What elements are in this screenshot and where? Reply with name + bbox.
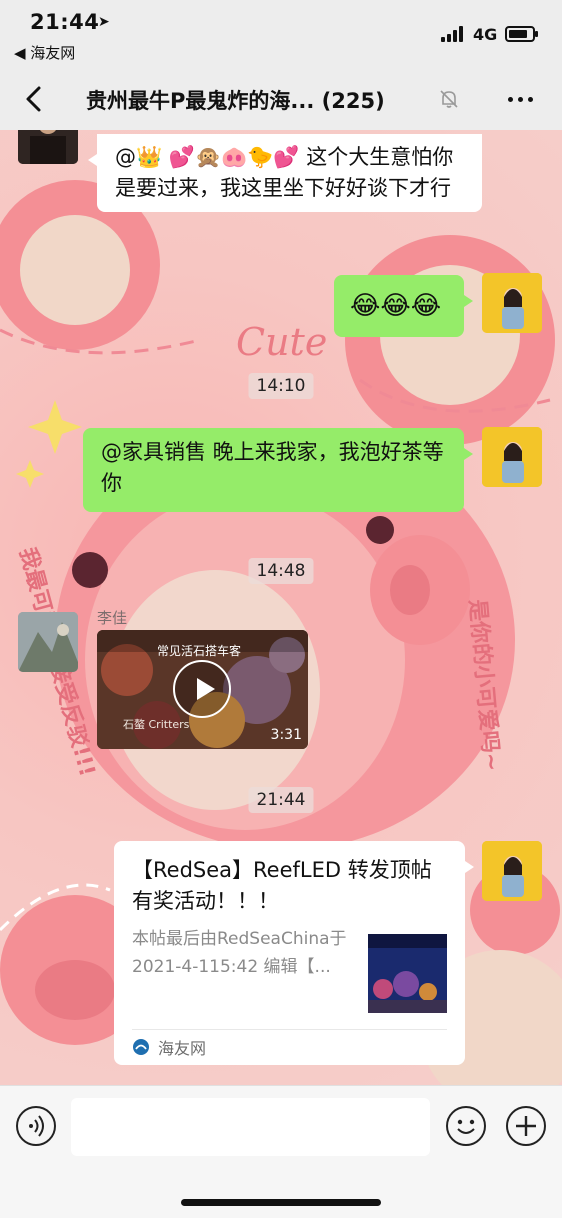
avatar[interactable] [482,841,542,901]
message-text: @家具销售 晚上来我家，我泡好茶等你 [101,440,444,495]
avatar[interactable] [482,273,542,333]
network-type: 4G [473,25,498,44]
location-arrow-icon: ➤ [98,14,110,30]
video-watermark: 石螯 Critters [123,718,190,731]
chat-title[interactable]: 贵州最牛P最鬼炸的海... (225) [86,85,385,115]
site-logo-icon [133,1039,149,1055]
message-text: 😂😂😂 [350,291,442,321]
message-timestamp: 21:44 [248,787,314,813]
avatar[interactable] [18,130,78,164]
voice-icon[interactable] [16,1106,56,1146]
avatar[interactable] [482,427,542,487]
message-text: @👑 💕🙊🐽🐤💕 这个大生意怕你是要过来，我这里坐下好好谈下才行 [115,145,454,200]
message-bubble[interactable]: @家具销售 晚上来我家，我泡好茶等你 [83,428,473,512]
status-time: 21:44 [30,10,100,34]
ellipsis-icon[interactable] [502,84,538,114]
message-bubble[interactable]: 😂😂😂 [334,275,473,337]
message-timestamp: 14:48 [248,558,314,584]
video-message[interactable]: 常见活石搭车客 石螯 Critters 3:31 [97,630,308,749]
avatar[interactable] [18,612,78,672]
message-bubble[interactable]: @👑 💕🙊🐽🐤💕 这个大生意怕你是要过来，我这里坐下好好谈下才行 [88,134,482,212]
emoji-icon[interactable] [446,1106,486,1146]
link-thumbnail [368,934,447,1013]
chat-header: 贵州最牛P最鬼炸的海... (225) [0,70,562,130]
battery-fill [509,30,527,38]
link-card-message[interactable]: 【RedSea】ReefLED 转发顶帖有奖活动！！！ 本帖最后由RedSeaC… [114,841,474,1065]
status-bar: 21:44 ➤ ◀ 海友网 4G [0,0,562,70]
signal-bars-icon [441,26,463,42]
message-list[interactable]: @👑 💕🙊🐽🐤💕 这个大生意怕你是要过来，我这里坐下好好谈下才行 😂😂😂 14:… [0,130,562,1085]
video-duration: 3:31 [270,727,302,743]
link-title: 【RedSea】ReefLED 转发顶帖有奖活动！！！ [132,858,432,913]
divider [132,1029,447,1030]
back-to-app-link[interactable]: ◀ 海友网 [14,42,75,63]
message-input[interactable] [71,1098,430,1156]
chevron-left-icon[interactable] [18,82,52,116]
sender-name: 李佳 [97,609,128,627]
play-icon[interactable] [173,660,231,718]
battery-icon [505,26,538,42]
link-source: 海友网 [158,1039,207,1058]
link-description: 本帖最后由RedSeaChina于 2021-4-115:42 编辑【... [132,929,347,977]
home-indicator[interactable] [181,1199,381,1206]
message-timestamp: 14:10 [248,373,314,399]
video-title: 常见活石搭车客 [157,644,242,658]
bell-slash-icon [440,90,458,108]
plus-icon[interactable] [506,1106,546,1146]
